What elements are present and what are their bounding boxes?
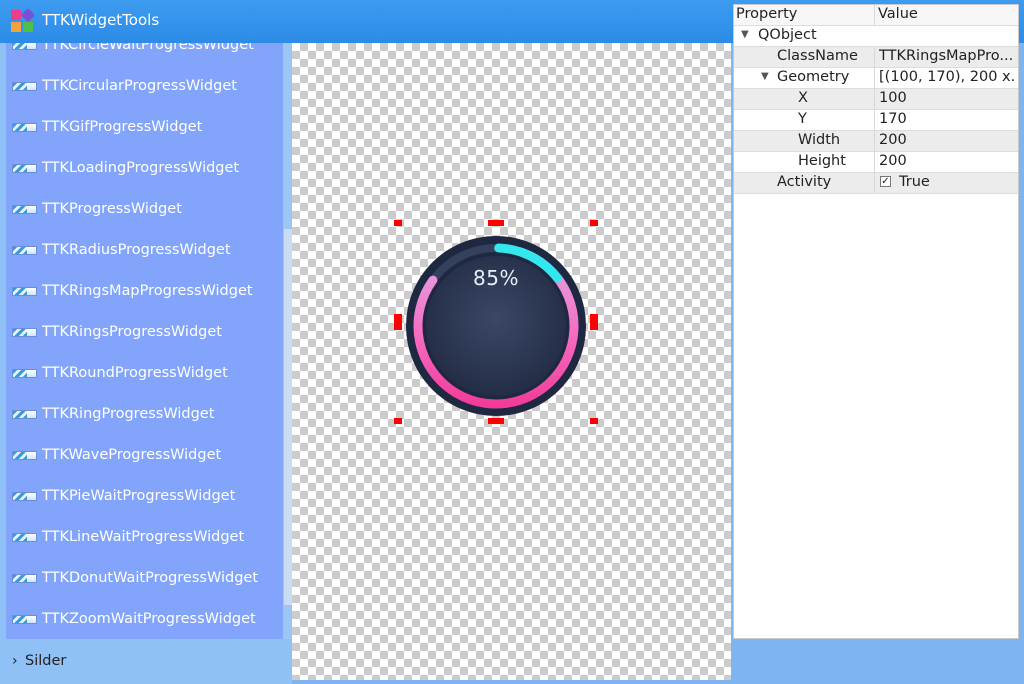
list-item[interactable]: TTKRoundProgressWidget xyxy=(6,355,283,396)
property-name: Height xyxy=(798,153,846,169)
property-name: Activity xyxy=(777,174,832,190)
property-row[interactable]: Y 170 xyxy=(734,110,1018,131)
property-value: TTKRingsMapPro... xyxy=(879,48,1014,64)
property-row[interactable]: X 100 xyxy=(734,89,1018,110)
progress-bar-icon xyxy=(12,410,37,419)
list-item[interactable]: TTKLoadingProgressWidget xyxy=(6,150,283,191)
list-item-label: TTKLoadingProgressWidget xyxy=(42,160,240,176)
rings-map-progress-widget[interactable] xyxy=(406,236,586,416)
property-value: [(100, 170), 200 x... xyxy=(879,69,1015,85)
progress-bar-icon xyxy=(12,287,37,296)
list-item-label: TTKLineWaitProgressWidget xyxy=(42,529,245,545)
progress-bar-icon xyxy=(12,123,37,132)
list-item[interactable]: TTKDonutWaitProgressWidget xyxy=(6,560,283,601)
activity-checkbox[interactable]: ✓ xyxy=(880,176,891,187)
group-label: Silder xyxy=(25,653,67,669)
progress-percent: 85% xyxy=(473,266,519,290)
list-item[interactable]: TTKPieWaitProgressWidget xyxy=(6,478,283,519)
property-value[interactable]: 170 xyxy=(879,111,1015,127)
progress-bar-icon xyxy=(12,82,37,91)
value-column-header[interactable]: Value xyxy=(878,6,918,22)
sidebar: TTKCircleWaitProgressWidget TTKCircularP… xyxy=(0,43,292,684)
list-item[interactable]: TTKRingsMapProgressWidget xyxy=(6,273,283,314)
selection-handle[interactable] xyxy=(590,314,598,330)
chevron-right-icon: › xyxy=(12,653,18,669)
property-panel: Property Value ▼ QObject ClassName TTKRi… xyxy=(733,4,1019,639)
app-logo-icon xyxy=(11,9,34,32)
progress-bar-icon xyxy=(12,43,37,50)
list-item-label: TTKRingsMapProgressWidget xyxy=(42,283,253,299)
list-item-label: TTKProgressWidget xyxy=(42,201,182,217)
progress-bar-icon xyxy=(12,328,37,337)
progress-bar-icon xyxy=(12,492,37,501)
progress-bar-icon xyxy=(12,574,37,583)
list-item[interactable]: TTKWaveProgressWidget xyxy=(6,437,283,478)
list-item-label: TTKPieWaitProgressWidget xyxy=(42,488,236,504)
list-item-label: TTKDonutWaitProgressWidget xyxy=(42,570,259,586)
list-item[interactable]: TTKCircleWaitProgressWidget xyxy=(6,43,283,68)
list-item-label: TTKGifProgressWidget xyxy=(42,119,203,135)
selection-handle[interactable] xyxy=(590,418,598,424)
group-silder[interactable]: › Silder xyxy=(0,642,292,684)
property-row[interactable]: ClassName TTKRingsMapPro... xyxy=(734,47,1018,68)
list-item[interactable]: TTKLineWaitProgressWidget xyxy=(6,519,283,560)
property-value[interactable]: 100 xyxy=(879,90,1015,106)
property-row[interactable]: Activity ✓ True xyxy=(734,173,1018,194)
selection-handle[interactable] xyxy=(488,418,504,424)
progress-bar-icon xyxy=(12,246,37,255)
list-item[interactable]: TTKRingProgressWidget xyxy=(6,396,283,437)
expand-triangle-icon[interactable]: ▼ xyxy=(741,29,749,40)
property-name: ClassName xyxy=(777,48,858,64)
section-label: QObject xyxy=(758,27,817,43)
property-value[interactable]: 200 xyxy=(879,153,1015,169)
window-title: TTKWidgetTools xyxy=(42,11,160,29)
selection-handle[interactable] xyxy=(590,220,598,226)
property-row[interactable]: ▼ Geometry [(100, 170), 200 x... xyxy=(734,68,1018,89)
list-item[interactable]: TTKProgressWidget xyxy=(6,191,283,232)
list-item[interactable]: TTKRadiusProgressWidget xyxy=(6,232,283,273)
progress-bar-icon xyxy=(12,369,37,378)
expand-triangle-icon[interactable]: ▼ xyxy=(761,71,769,82)
property-name: X xyxy=(798,90,808,106)
section-row[interactable]: ▼ QObject xyxy=(734,26,1018,47)
progress-bar-icon xyxy=(12,205,37,214)
list-item-label: TTKZoomWaitProgressWidget xyxy=(42,611,256,627)
list-item[interactable]: TTKCircularProgressWidget xyxy=(6,68,283,109)
selection-handle[interactable] xyxy=(394,220,402,226)
list-item-label: TTKRingProgressWidget xyxy=(42,406,215,422)
list-item-label: TTKWaveProgressWidget xyxy=(42,447,222,463)
selection-handle[interactable] xyxy=(394,418,402,424)
selection-handle[interactable] xyxy=(394,314,402,330)
scrollbar-thumb[interactable] xyxy=(284,229,292,605)
progress-bar-icon xyxy=(12,451,37,460)
list-item[interactable]: TTKGifProgressWidget xyxy=(6,109,283,150)
property-value[interactable]: 200 xyxy=(879,132,1015,148)
progress-bar-icon xyxy=(12,533,37,542)
list-item-label: TTKRoundProgressWidget xyxy=(42,365,228,381)
progress-bar-icon xyxy=(12,615,37,624)
property-name: Width xyxy=(798,132,841,148)
selection-handle[interactable] xyxy=(488,220,504,226)
property-name: Y xyxy=(798,111,807,127)
property-row[interactable]: Height 200 xyxy=(734,152,1018,173)
list-item-label: TTKRingsProgressWidget xyxy=(42,324,222,340)
property-header-row: Property Value xyxy=(734,5,1018,26)
property-column-header[interactable]: Property xyxy=(736,6,797,22)
list-item[interactable]: TTKZoomWaitProgressWidget xyxy=(6,601,283,639)
property-row[interactable]: Width 200 xyxy=(734,131,1018,152)
list-item[interactable]: TTKRingsProgressWidget xyxy=(6,314,283,355)
list-item-label: TTKCircularProgressWidget xyxy=(42,78,237,94)
widget-list: TTKCircleWaitProgressWidget TTKCircularP… xyxy=(6,43,283,639)
property-value: True xyxy=(899,174,930,190)
property-name: Geometry xyxy=(777,69,850,85)
list-item-label: TTKRadiusProgressWidget xyxy=(42,242,231,258)
progress-bar-icon xyxy=(12,164,37,173)
list-item-label: TTKCircleWaitProgressWidget xyxy=(42,43,254,53)
